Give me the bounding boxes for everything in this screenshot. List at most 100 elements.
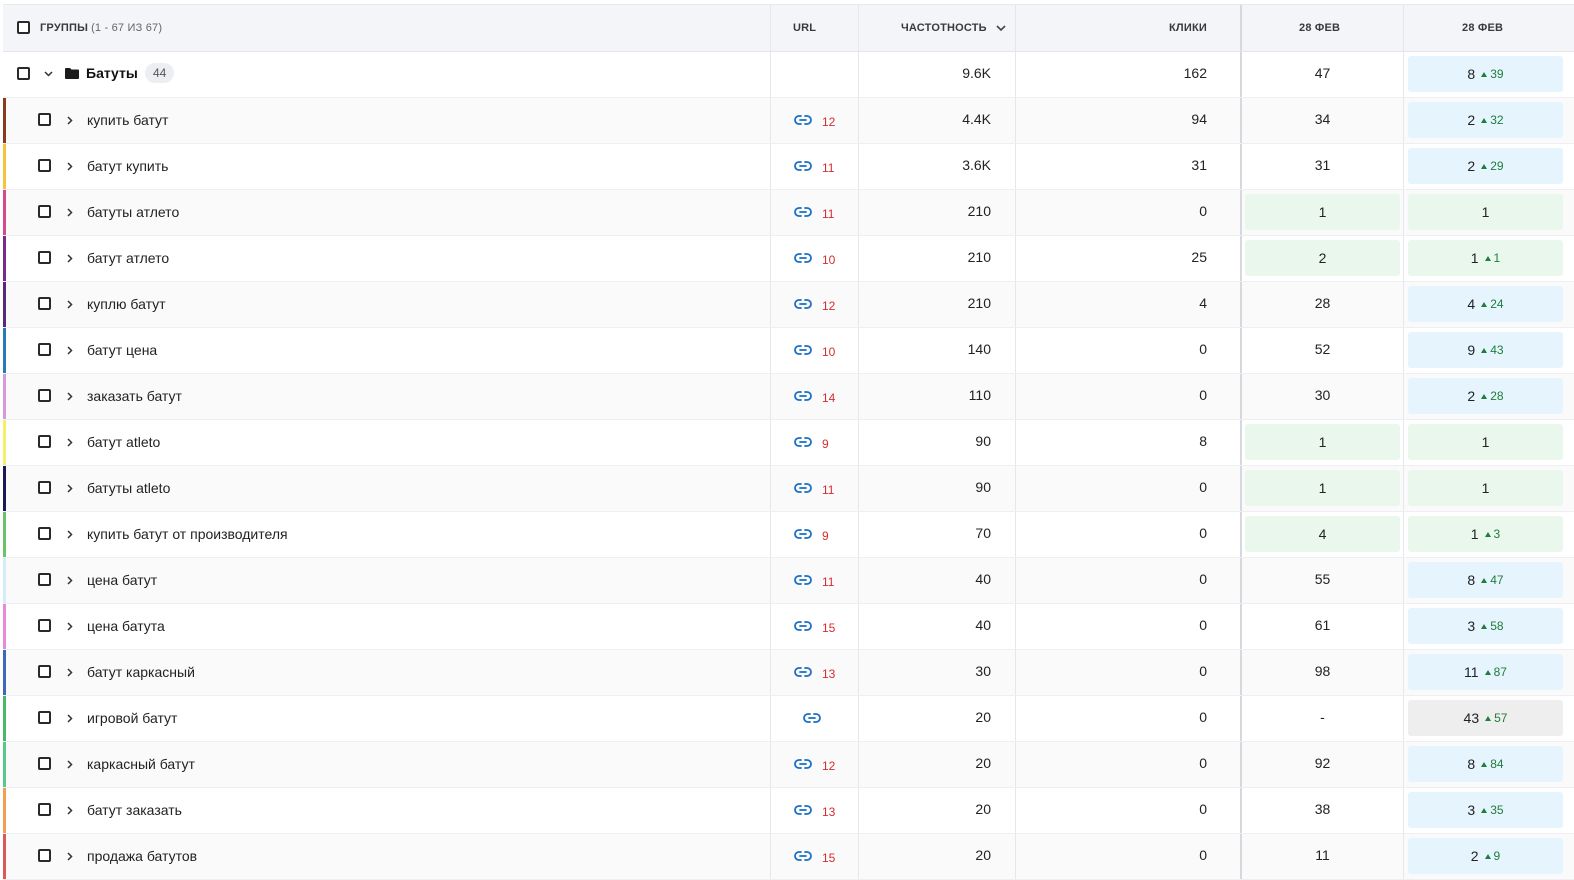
- group-checkbox[interactable]: [17, 67, 30, 80]
- row-checkbox[interactable]: [38, 757, 51, 770]
- url-count[interactable]: 9: [822, 529, 829, 543]
- table-row[interactable]: каркасный батут 12 20 0 92 8 84: [3, 742, 1574, 788]
- url-count[interactable]: 12: [822, 115, 835, 129]
- link-icon[interactable]: [794, 527, 812, 545]
- row-checkbox[interactable]: [38, 573, 51, 586]
- keyword-text[interactable]: заказать батут: [87, 388, 182, 404]
- expand-chevron-icon[interactable]: [67, 714, 73, 723]
- expand-chevron-icon[interactable]: [67, 622, 73, 631]
- link-icon[interactable]: [794, 803, 812, 821]
- link-icon[interactable]: [794, 573, 812, 591]
- row-checkbox[interactable]: [38, 619, 51, 632]
- sort-chevron-icon[interactable]: [996, 24, 1006, 32]
- keyword-text[interactable]: игровой батут: [87, 710, 177, 726]
- keyword-text[interactable]: батут атлето: [87, 250, 169, 266]
- row-checkbox[interactable]: [38, 343, 51, 356]
- url-count[interactable]: 9: [822, 437, 829, 451]
- link-icon[interactable]: [794, 757, 812, 775]
- select-all-checkbox[interactable]: [17, 21, 30, 34]
- table-row[interactable]: батут atleto 9 90 8 1 1: [3, 420, 1574, 466]
- table-row[interactable]: купить батут от производителя 9 70 0 4 1 3: [3, 512, 1574, 558]
- url-count[interactable]: 10: [822, 345, 835, 359]
- expand-chevron-icon[interactable]: [67, 254, 73, 263]
- table-row[interactable]: батут заказать 13 20 0 38 3 35: [3, 788, 1574, 834]
- keyword-text[interactable]: цена батут: [87, 572, 157, 588]
- row-checkbox[interactable]: [38, 665, 51, 678]
- clicks-column-header[interactable]: КЛИКИ: [1169, 5, 1207, 51]
- table-row[interactable]: батут атлето 10 210 25 2 1 1: [3, 236, 1574, 282]
- url-count[interactable]: 12: [822, 759, 835, 773]
- link-icon[interactable]: [794, 389, 812, 407]
- link-icon[interactable]: [794, 343, 812, 361]
- url-count[interactable]: 11: [822, 207, 834, 221]
- row-checkbox[interactable]: [38, 159, 51, 172]
- link-icon[interactable]: [794, 251, 812, 269]
- link-icon[interactable]: [794, 481, 812, 499]
- table-row[interactable]: цена батута 15 40 0 61 3 58: [3, 604, 1574, 650]
- url-count[interactable]: 11: [822, 575, 834, 589]
- keyword-text[interactable]: батут заказать: [87, 802, 182, 818]
- row-checkbox[interactable]: [38, 113, 51, 126]
- url-count[interactable]: 11: [822, 483, 834, 497]
- row-checkbox[interactable]: [38, 849, 51, 862]
- url-count[interactable]: 10: [822, 253, 835, 267]
- keyword-text[interactable]: каркасный батут: [87, 756, 195, 772]
- keyword-text[interactable]: батут цена: [87, 342, 157, 358]
- url-count[interactable]: 11: [822, 161, 834, 175]
- link-icon[interactable]: [794, 113, 812, 131]
- link-icon[interactable]: [794, 159, 812, 177]
- frequency-column-header[interactable]: ЧАСТОТНОСТЬ: [901, 5, 1006, 51]
- keyword-text[interactable]: куплю батут: [87, 296, 166, 312]
- expand-chevron-icon[interactable]: [67, 438, 73, 447]
- url-count[interactable]: 15: [822, 851, 835, 865]
- url-count[interactable]: 14: [822, 391, 835, 405]
- table-row[interactable]: заказать батут 14 110 0 30 2 28: [3, 374, 1574, 420]
- row-checkbox[interactable]: [38, 251, 51, 264]
- expand-chevron-icon[interactable]: [67, 484, 73, 493]
- table-row[interactable]: батут каркасный 13 30 0 98 11 87: [3, 650, 1574, 696]
- url-count[interactable]: 13: [822, 667, 835, 681]
- keyword-text[interactable]: батут каркасный: [87, 664, 195, 680]
- collapse-chevron-icon[interactable]: [44, 71, 53, 77]
- expand-chevron-icon[interactable]: [67, 346, 73, 355]
- expand-chevron-icon[interactable]: [67, 162, 73, 171]
- link-icon[interactable]: [794, 435, 812, 453]
- row-checkbox[interactable]: [38, 481, 51, 494]
- table-row[interactable]: купить батут 12 4.4K 94 34 2 32: [3, 98, 1574, 144]
- keyword-text[interactable]: купить батут от производителя: [87, 526, 288, 542]
- link-icon[interactable]: [794, 619, 812, 637]
- url-count[interactable]: 15: [822, 621, 835, 635]
- row-checkbox[interactable]: [38, 205, 51, 218]
- row-checkbox[interactable]: [38, 435, 51, 448]
- table-row[interactable]: игровой батут 20 0 - 43 57: [3, 696, 1574, 742]
- link-icon[interactable]: [794, 297, 812, 315]
- expand-chevron-icon[interactable]: [67, 392, 73, 401]
- keyword-text[interactable]: батуты atleto: [87, 480, 170, 496]
- link-icon[interactable]: [794, 205, 812, 223]
- row-checkbox[interactable]: [38, 803, 51, 816]
- keyword-text[interactable]: батут купить: [87, 158, 168, 174]
- expand-chevron-icon[interactable]: [67, 300, 73, 309]
- table-row[interactable]: батут цена 10 140 0 52 9 43: [3, 328, 1574, 374]
- table-row[interactable]: батуты атлето 11 210 0 1 1: [3, 190, 1574, 236]
- expand-chevron-icon[interactable]: [67, 760, 73, 769]
- expand-chevron-icon[interactable]: [67, 116, 73, 125]
- keyword-text[interactable]: батут atleto: [87, 434, 160, 450]
- table-row[interactable]: куплю батут 12 210 4 28 4 24: [3, 282, 1574, 328]
- url-count[interactable]: 13: [822, 805, 835, 819]
- expand-chevron-icon[interactable]: [67, 208, 73, 217]
- link-icon[interactable]: [803, 711, 821, 729]
- expand-chevron-icon[interactable]: [67, 852, 73, 861]
- row-checkbox[interactable]: [38, 527, 51, 540]
- url-column-header[interactable]: URL: [793, 5, 816, 51]
- expand-chevron-icon[interactable]: [67, 668, 73, 677]
- expand-chevron-icon[interactable]: [67, 806, 73, 815]
- row-checkbox[interactable]: [38, 389, 51, 402]
- group-row[interactable]: Батуты 44 9.6K 162 47 8 39: [3, 52, 1574, 98]
- table-row[interactable]: продажа батутов 15 20 0 11 2 9: [3, 834, 1574, 880]
- keyword-text[interactable]: продажа батутов: [87, 848, 197, 864]
- keyword-text[interactable]: цена батута: [87, 618, 165, 634]
- date2-column-header[interactable]: 28 ФЕВ: [1462, 5, 1503, 51]
- table-row[interactable]: цена батут 11 40 0 55 8 47: [3, 558, 1574, 604]
- link-icon[interactable]: [794, 849, 812, 867]
